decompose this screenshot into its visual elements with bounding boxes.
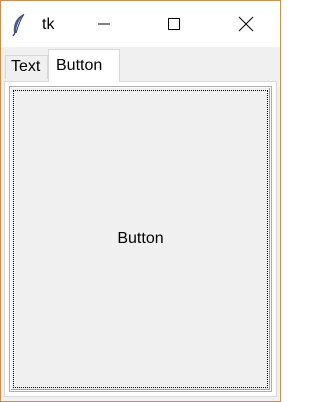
title-bar[interactable]: tk [1, 1, 280, 47]
window-title: tk [42, 16, 55, 33]
tab-button[interactable]: Button [48, 49, 120, 82]
maximize-icon [168, 18, 180, 30]
maximize-button[interactable] [151, 1, 197, 47]
notebook: Text Button Button [1, 47, 280, 401]
close-button[interactable] [223, 1, 269, 47]
panel-button[interactable]: Button [9, 86, 272, 392]
minimize-button[interactable] [81, 1, 127, 47]
tab-panel: Button [4, 81, 277, 397]
tk-window: tk Text Button Button [0, 0, 281, 402]
tab-text[interactable]: Text [5, 55, 48, 79]
feather-icon [10, 13, 28, 37]
minimize-icon [98, 23, 110, 25]
panel-button-label: Button [117, 230, 164, 247]
close-icon [238, 16, 254, 32]
